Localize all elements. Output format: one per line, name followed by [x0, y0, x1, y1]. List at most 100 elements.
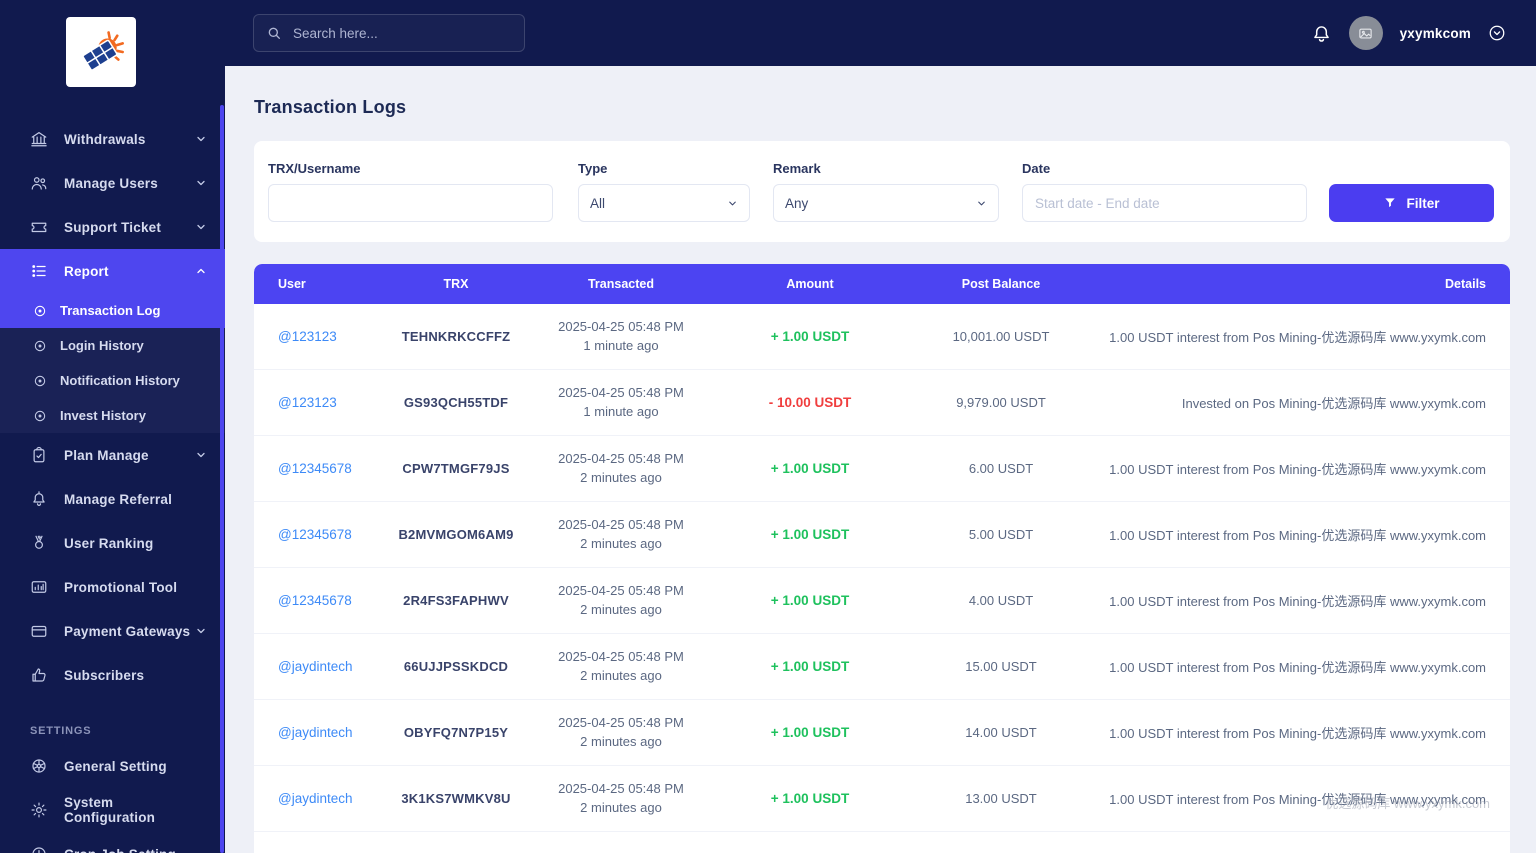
- sidebar-item-plan-manage[interactable]: Plan Manage: [0, 433, 225, 477]
- sidebar-item-support-ticket[interactable]: Support Ticket: [0, 205, 225, 249]
- type-label: Type: [578, 161, 608, 176]
- type-selected-value: All: [590, 195, 606, 211]
- table-row: @12345678 B2MVMGOM6AM9 2025-04-25 05:48 …: [254, 502, 1510, 568]
- topbar: yxymkcom: [225, 0, 1536, 66]
- credit-card-icon: [30, 622, 48, 640]
- sidebar-item-label: Manage Users: [64, 175, 158, 191]
- chevron-down-icon: [195, 625, 207, 637]
- sidebar-item-withdrawals[interactable]: Withdrawals: [0, 117, 225, 161]
- remark-field-group: Remark Any: [773, 161, 999, 222]
- submenu-item-label: Notification History: [60, 373, 180, 388]
- transacted-cell: 2025-04-25 05:48 PM 2 minutes ago: [534, 780, 708, 816]
- trx-username-input[interactable]: [268, 184, 553, 222]
- column-header-post-balance: Post Balance: [961, 277, 1041, 291]
- transaction-table: User TRX Transacted Amount Post Balance …: [254, 264, 1510, 853]
- submenu-item-invest-history[interactable]: Invest History: [0, 398, 225, 433]
- details-cell: 1.00 USDT interest from Pos Mining-优选源码库…: [1109, 660, 1486, 675]
- user-link[interactable]: @jaydintech: [278, 791, 378, 806]
- bell-icon: [30, 490, 48, 508]
- user-menu-chevron-icon[interactable]: [1488, 24, 1506, 42]
- details-cell: 1.00 USDT interest from Pos Mining-优选源码库…: [1109, 462, 1486, 477]
- submenu-item-label: Login History: [60, 338, 144, 353]
- transacted-date: 2025-04-25 05:48 PM: [558, 319, 684, 335]
- chevron-down-icon: [195, 221, 207, 233]
- gear-icon: [30, 801, 48, 819]
- user-link[interactable]: @jaydintech: [278, 725, 378, 740]
- trx-username-label: TRX/Username: [268, 161, 361, 176]
- post-balance-cell: 13.00 USDT: [965, 791, 1037, 806]
- transacted-ago: 1 minute ago: [583, 337, 659, 353]
- sidebar-item-label: Report: [64, 263, 109, 279]
- user-link[interactable]: @123123: [278, 329, 378, 344]
- circle-dot-icon: [33, 374, 47, 388]
- remark-select[interactable]: Any: [773, 184, 999, 222]
- sidebar-item-label: Support Ticket: [64, 219, 162, 235]
- search-input[interactable]: [291, 24, 512, 42]
- search-icon: [266, 25, 282, 41]
- transacted-ago: 1 minute ago: [583, 403, 659, 419]
- user-link[interactable]: @jaydintech: [278, 659, 378, 674]
- chevron-down-icon: [195, 449, 207, 461]
- transacted-date: 2025-04-25 05:48 PM: [558, 517, 684, 533]
- user-link[interactable]: @12345678: [278, 593, 378, 608]
- filter-button[interactable]: Filter: [1329, 184, 1494, 222]
- submenu-item-label: Invest History: [60, 408, 146, 423]
- date-range-input[interactable]: [1022, 184, 1307, 222]
- topbar-right: yxymkcom: [1311, 16, 1506, 50]
- sidebar-item-general-setting[interactable]: General Setting: [0, 744, 225, 788]
- user-link[interactable]: @12345678: [278, 527, 378, 542]
- sidebar-item-report[interactable]: Report: [0, 249, 225, 293]
- column-header-amount: Amount: [786, 277, 834, 291]
- column-header-trx: TRX: [443, 277, 469, 291]
- post-balance-cell: 15.00 USDT: [965, 659, 1037, 674]
- users-icon: [30, 174, 48, 192]
- trx-cell: OBYFQ7N7P15Y: [403, 725, 509, 740]
- funnel-icon: [1383, 196, 1397, 210]
- table-row: @jaydintech 3K1KS7WMKV8U 2025-04-25 05:4…: [254, 766, 1510, 832]
- submenu-item-transaction-log[interactable]: Transaction Log: [0, 293, 225, 328]
- image-icon: [30, 578, 48, 596]
- sidebar-item-manage-users[interactable]: Manage Users: [0, 161, 225, 205]
- sidebar-item-payment-gateways[interactable]: Payment Gateways: [0, 609, 225, 653]
- app-logo[interactable]: [66, 17, 136, 87]
- transacted-ago: 2 minutes ago: [580, 733, 662, 749]
- transacted-date: 2025-04-25 05:48 PM: [558, 715, 684, 731]
- username[interactable]: yxymkcom: [1400, 26, 1471, 41]
- notification-bell-icon[interactable]: [1311, 23, 1332, 44]
- sidebar-item-user-ranking[interactable]: User Ranking: [0, 521, 225, 565]
- transacted-date: 2025-04-25 05:48 PM: [558, 583, 684, 599]
- post-balance-cell: 5.00 USDT: [968, 527, 1034, 542]
- user-link[interactable]: @12345678: [278, 461, 378, 476]
- chevron-down-icon: [195, 177, 207, 189]
- table-row: @12345678 CPW7TMGF79JS 2025-04-25 05:48 …: [254, 436, 1510, 502]
- sidebar-item-label: User Ranking: [64, 535, 154, 551]
- details-cell: 1.00 USDT interest from Pos Mining-优选源码库…: [1109, 330, 1486, 345]
- main-content: Transaction Logs TRX/Username Type All R…: [225, 66, 1536, 853]
- transacted-ago: 2 minutes ago: [580, 799, 662, 815]
- transacted-cell: 2025-04-25 05:48 PM 2 minutes ago: [534, 714, 708, 750]
- sidebar-scrollbar[interactable]: [220, 105, 224, 853]
- circle-dot-icon: [33, 339, 47, 353]
- amount-cell: + 1.00 USDT: [770, 791, 850, 806]
- sidebar-item-subscribers[interactable]: Subscribers: [0, 653, 225, 697]
- post-balance-cell: 9,979.00 USDT: [956, 395, 1046, 410]
- sidebar-item-manage-referral[interactable]: Manage Referral: [0, 477, 225, 521]
- sidebar-item-system-configuration[interactable]: System Configuration: [0, 788, 225, 832]
- submenu-item-login-history[interactable]: Login History: [0, 328, 225, 363]
- thumbs-up-icon: [30, 666, 48, 684]
- medal-icon: [30, 534, 48, 552]
- clipboard-check-icon: [30, 446, 48, 464]
- sidebar-item-promotional-tool[interactable]: Promotional Tool: [0, 565, 225, 609]
- user-avatar[interactable]: [1348, 16, 1383, 50]
- table-row: @123123 GS93QCH55TDF 2025-04-25 05:48 PM…: [254, 370, 1510, 436]
- trx-cell: GS93QCH55TDF: [403, 395, 509, 410]
- sidebar-item-cron-job-setting[interactable]: Cron Job Setting: [0, 832, 225, 853]
- filter-card: TRX/Username Type All Remark Any Date St…: [254, 141, 1510, 242]
- user-link[interactable]: @123123: [278, 395, 378, 410]
- type-select[interactable]: All: [578, 184, 750, 222]
- ticket-icon: [30, 218, 48, 236]
- trx-cell: B2MVMGOM6AM9: [398, 527, 514, 542]
- submenu-item-notification-history[interactable]: Notification History: [0, 363, 225, 398]
- transacted-date: 2025-04-25 05:48 PM: [558, 451, 684, 467]
- details-cell: 1.00 USDT interest from Pos Mining-优选源码库…: [1109, 726, 1486, 741]
